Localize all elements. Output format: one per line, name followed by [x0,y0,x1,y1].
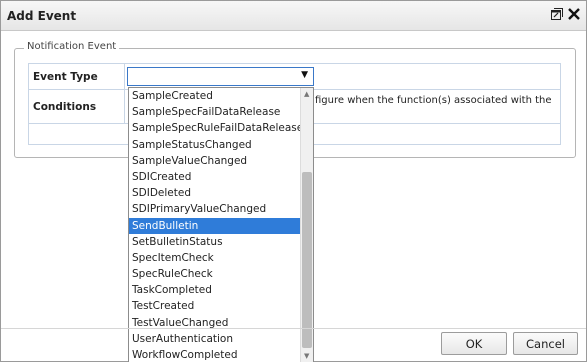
dropdown-option[interactable]: SetBulletinStatus [129,234,313,250]
dropdown-option[interactable]: UserAuthentication [129,331,313,347]
dropdown-option[interactable]: SpecRuleCheck [129,266,313,282]
dropdown-option[interactable]: SampleCreated [129,88,313,104]
dropdown-option[interactable]: SampleSpecFailDataRelease [129,104,313,120]
dropdown-option[interactable]: SampleStatusChanged [129,137,313,153]
dropdown-option[interactable]: SampleSpecRuleFailDataRelease [129,120,313,136]
scrollbar-thumb[interactable] [302,172,312,348]
dropdown-option[interactable]: SDIPrimaryValueChanged [129,201,313,217]
event-type-select[interactable]: ▼ [127,67,314,86]
dropdown-option[interactable]: SampleValueChanged [129,153,313,169]
event-type-label: Event Type [29,64,125,89]
footer-divider [1,328,586,329]
scroll-up-icon[interactable]: ▲ [304,90,309,98]
dropdown-option[interactable]: TestCreated [129,298,313,314]
conditions-label: Conditions [29,90,125,123]
dialog-title: Add Event [7,9,77,23]
chevron-down-icon[interactable]: ▼ [301,70,308,80]
add-event-dialog: Add Event Notification Event Event Type … [0,0,587,362]
dialog-titlebar[interactable]: Add Event [1,1,586,31]
restore-icon[interactable] [551,8,563,20]
fieldset-legend: Notification Event [24,41,120,52]
close-icon[interactable] [567,7,581,21]
dropdown-option[interactable]: SDICreated [129,169,313,185]
dropdown-option[interactable]: TaskCompleted [129,282,313,298]
dropdown-option[interactable]: SpecItemCheck [129,250,313,266]
cancel-button[interactable]: Cancel [513,332,578,355]
dropdown-options: SampleCreated SampleSpecFailDataRelease Sa… [129,88,313,362]
scroll-down-icon[interactable]: ▼ [304,352,309,360]
dropdown-scrollbar[interactable]: ▲ ▼ [300,88,313,362]
event-type-dropdown[interactable]: SampleCreated SampleSpecFailDataRelease Sa… [128,87,314,362]
conditions-text: figure when the function(s) associated w… [315,95,552,106]
dropdown-option[interactable]: WorkflowCompleted [129,347,313,362]
dropdown-option[interactable]: SendBulletin [129,217,313,234]
dropdown-option[interactable]: SDIDeleted [129,185,313,201]
ok-button[interactable]: OK [441,332,507,355]
